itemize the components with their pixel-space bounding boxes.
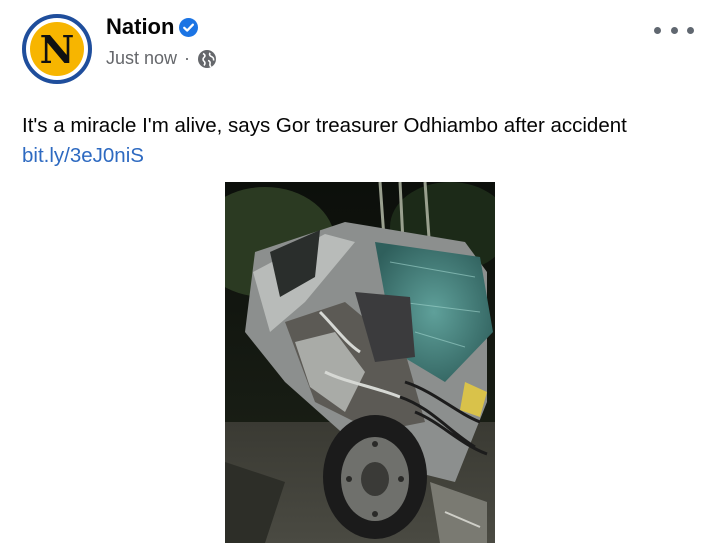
meta-separator: · xyxy=(184,48,191,68)
verified-badge-icon xyxy=(179,17,199,37)
more-options-button[interactable] xyxy=(654,18,694,42)
page-name-link[interactable]: Nation xyxy=(106,14,199,40)
car-wreck-photo xyxy=(225,182,495,543)
page-name-text: Nation xyxy=(106,14,175,39)
post-link[interactable]: bit.ly/3eJ0niS xyxy=(22,144,144,168)
more-dot-icon xyxy=(687,26,694,34)
more-dot-icon xyxy=(654,26,661,34)
globe-icon[interactable] xyxy=(197,49,217,69)
post-meta: Just now · xyxy=(106,48,217,69)
page-avatar[interactable]: N xyxy=(22,14,92,84)
post-photo[interactable] xyxy=(225,182,495,543)
more-dot-icon xyxy=(670,26,678,34)
avatar-logo: N xyxy=(30,22,84,76)
post-text: It's a miracle I'm alive, says Gor treas… xyxy=(22,114,627,137)
post-card: N Nation Just now · It's a miracle I'm a… xyxy=(0,0,720,555)
post-timestamp[interactable]: Just now xyxy=(106,48,177,69)
